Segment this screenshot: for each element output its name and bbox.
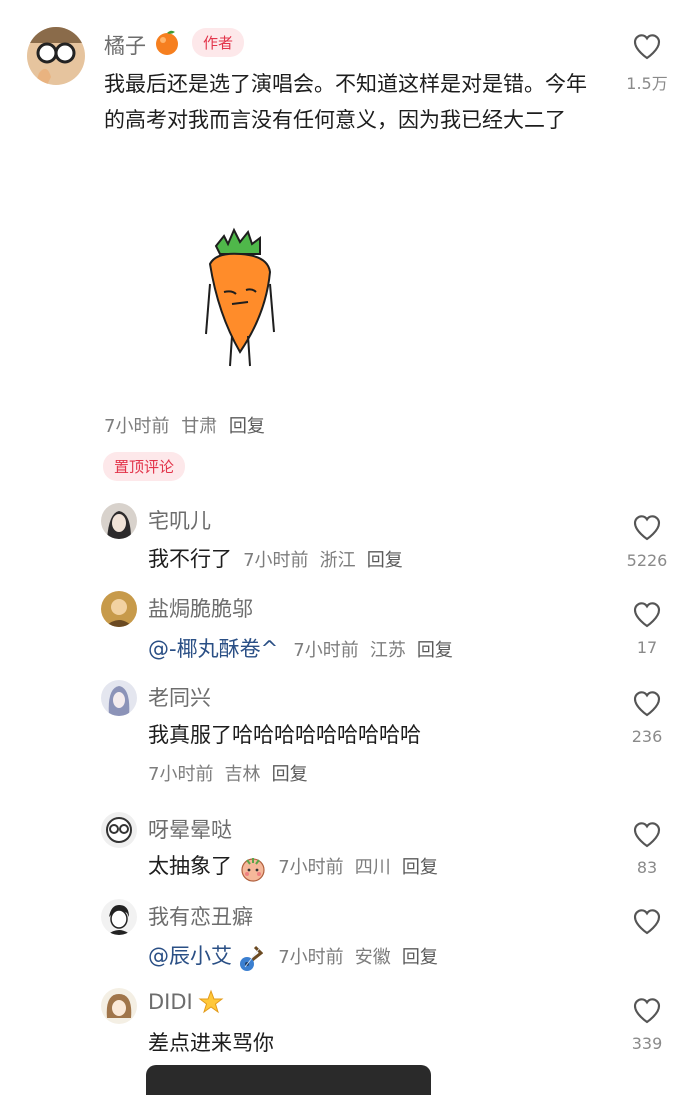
comment-time: 7小时前: [278, 947, 344, 968]
comment-time: 7小时前: [148, 764, 214, 785]
shy-face-emoji-icon: [239, 855, 267, 883]
comment-time: 7小时前: [243, 550, 309, 571]
heart-icon[interactable]: [630, 905, 664, 937]
reply-body: @辰小艾 7小时前 安徽 回复: [148, 940, 438, 973]
carrot-sticker: [196, 224, 286, 369]
comment-location: 江苏: [369, 640, 406, 661]
avatar[interactable]: [101, 680, 137, 716]
reply-like[interactable]: 5226: [617, 511, 677, 570]
reply-like[interactable]: 236: [617, 687, 677, 746]
reply-button[interactable]: 回复: [272, 764, 308, 785]
reply-author[interactable]: 老同兴: [148, 682, 211, 712]
reply-text: 太抽象了: [148, 854, 232, 878]
comment-time: 7小时前: [278, 857, 344, 878]
reply-button[interactable]: 回复: [402, 857, 438, 878]
author-tag: 作者: [192, 28, 245, 57]
main-comment-meta: 7小时前 甘肃 回复: [104, 412, 265, 438]
comment-location: 吉林: [224, 764, 261, 785]
like-count: 1.5万: [626, 74, 668, 93]
avatar[interactable]: [101, 812, 137, 848]
reply-button[interactable]: 回复: [229, 416, 265, 437]
reply-author[interactable]: 盐焗脆脆邬: [148, 593, 253, 623]
like-count: 339: [631, 1034, 663, 1053]
reply-text: 差点进来骂你: [148, 1031, 274, 1055]
guitar-emoji-icon: [237, 945, 264, 973]
mention-link[interactable]: @-椰丸酥卷^: [148, 637, 278, 661]
avatar[interactable]: [101, 899, 137, 935]
main-like[interactable]: 1.5万: [617, 30, 677, 94]
like-count: 236: [631, 727, 663, 746]
reply-body: @-椰丸酥卷^ 7小时前 江苏 回复: [148, 633, 453, 663]
comment-location: 四川: [354, 857, 391, 878]
reply-like[interactable]: [617, 905, 677, 945]
reply-text: 我真服了哈哈哈哈哈哈哈哈哈: [148, 723, 421, 747]
like-count: 5226: [626, 551, 668, 570]
reply-like[interactable]: 83: [617, 818, 677, 877]
reply-button[interactable]: 回复: [417, 640, 453, 661]
heart-icon[interactable]: [630, 598, 664, 630]
pinned-label: 置顶评论: [103, 452, 186, 481]
comment-time: 7小时前: [104, 416, 170, 437]
reply-like[interactable]: 17: [617, 598, 677, 657]
heart-icon[interactable]: [630, 994, 664, 1026]
reply-like[interactable]: 339: [617, 994, 677, 1053]
avatar[interactable]: [101, 988, 137, 1024]
reply-button[interactable]: 回复: [367, 550, 403, 571]
avatar[interactable]: [101, 503, 137, 539]
like-count: 83: [636, 858, 658, 877]
reply-meta: 7小时前 吉林 回复: [148, 760, 308, 786]
comment-location: 浙江: [319, 550, 356, 571]
star-emoji-icon: [197, 988, 225, 1016]
like-count: 17: [636, 638, 658, 657]
reply-author[interactable]: DIDI: [148, 990, 193, 1014]
reply-author[interactable]: 呀晕晕哒: [148, 814, 232, 844]
comment-time: 7小时前: [293, 640, 359, 661]
mention-link[interactable]: @辰小艾: [148, 944, 232, 968]
reply-author[interactable]: 我有恋丑癖: [148, 901, 253, 931]
author-avatar[interactable]: [27, 27, 85, 85]
heart-icon[interactable]: [630, 818, 664, 850]
avatar[interactable]: [101, 591, 137, 627]
reply-body: 我不行了 7小时前 浙江 回复: [148, 543, 403, 573]
heart-icon[interactable]: [630, 511, 664, 543]
reply-button[interactable]: 回复: [402, 947, 438, 968]
reply-body: 太抽象了 7小时前 四川 回复: [148, 850, 438, 883]
comment-location: 甘肃: [181, 416, 218, 437]
reply-author[interactable]: 宅叽儿: [148, 505, 211, 535]
media-preview[interactable]: [146, 1065, 431, 1095]
comment-location: 安徽: [354, 947, 391, 968]
main-comment-text: 我最后还是选了演唱会。不知道这样是对是错。今年的高考对我而言没有任何意义，因为我…: [104, 72, 587, 132]
heart-icon[interactable]: [630, 687, 664, 719]
author-name[interactable]: 橘子: [104, 30, 146, 60]
orange-emoji-icon: [153, 28, 181, 56]
reply-text: 我不行了: [148, 547, 232, 571]
heart-icon[interactable]: [630, 30, 664, 62]
